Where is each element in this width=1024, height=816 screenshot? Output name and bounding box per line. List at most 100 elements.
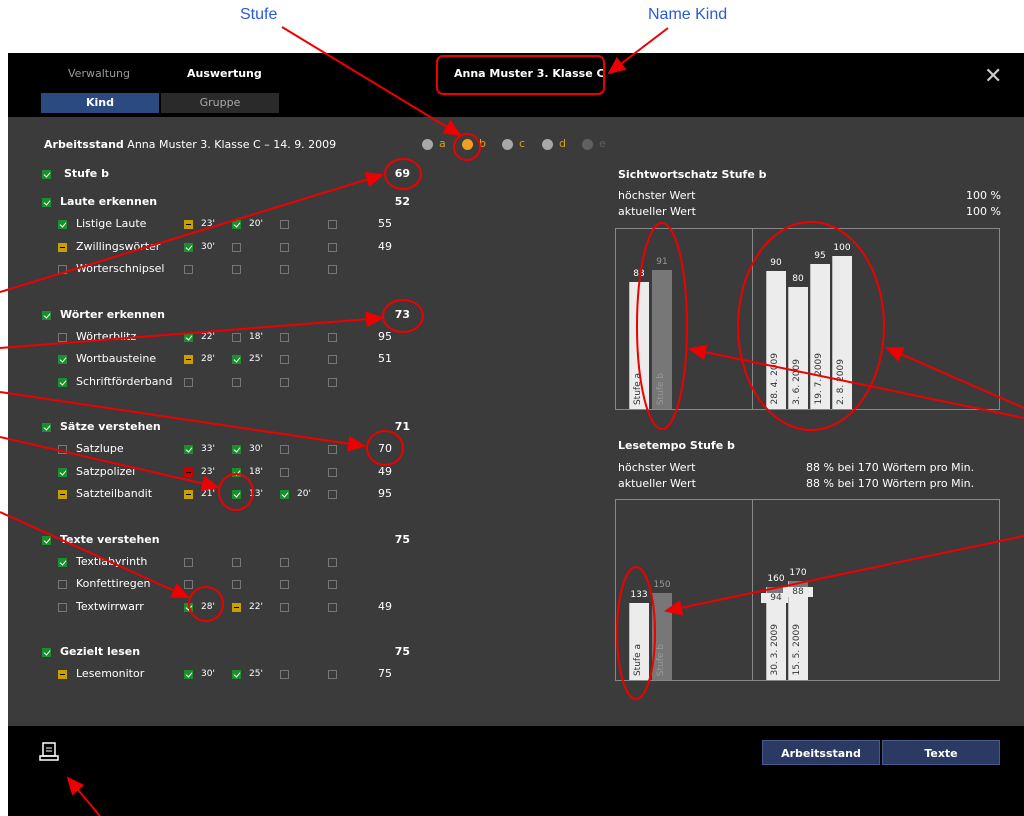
attempt-time: 18' bbox=[249, 466, 263, 477]
item-checkbox[interactable] bbox=[58, 377, 67, 387]
item-checkbox[interactable] bbox=[58, 445, 67, 454]
group-title: Wörter erkennen bbox=[60, 307, 166, 321]
level-dot-e[interactable] bbox=[582, 139, 593, 150]
attempt-time: 20' bbox=[249, 219, 263, 229]
group-checkbox[interactable] bbox=[42, 198, 51, 207]
attempt-checkbox[interactable] bbox=[184, 445, 193, 454]
level-dot-c[interactable] bbox=[502, 139, 513, 150]
level-label-e[interactable]: e bbox=[599, 137, 606, 151]
close-icon[interactable]: ✕ bbox=[984, 66, 1002, 88]
attempt-checkbox[interactable] bbox=[232, 670, 241, 679]
item-checkbox[interactable] bbox=[58, 242, 67, 252]
item-checkbox[interactable] bbox=[58, 332, 67, 342]
stufe-checkbox[interactable] bbox=[42, 170, 51, 179]
nav-auswertung[interactable]: Auswertung bbox=[187, 67, 262, 80]
group-checkbox[interactable] bbox=[42, 535, 51, 545]
attempt-checkbox[interactable] bbox=[328, 220, 337, 229]
attempt-checkbox[interactable] bbox=[232, 557, 241, 567]
level-label-c[interactable]: c bbox=[519, 137, 525, 151]
attempt-checkbox[interactable] bbox=[232, 580, 241, 589]
chart-bar-label: Stufe a bbox=[633, 372, 643, 405]
attempt-checkbox[interactable] bbox=[280, 670, 289, 679]
attempt-checkbox[interactable] bbox=[184, 265, 193, 274]
attempt-checkbox[interactable] bbox=[280, 242, 289, 252]
level-label-d[interactable]: d bbox=[559, 137, 566, 151]
attempt-checkbox[interactable] bbox=[184, 332, 193, 342]
attempt-checkbox[interactable] bbox=[184, 580, 193, 589]
chart-bar-label: 30. 3. 2009 bbox=[770, 624, 780, 676]
arbeitsstand-button[interactable]: Arbeitsstand bbox=[762, 740, 880, 765]
item-checkbox[interactable] bbox=[58, 602, 67, 612]
attempt-checkbox[interactable] bbox=[280, 220, 289, 229]
level-label-a[interactable]: a bbox=[439, 137, 446, 151]
attempt-checkbox[interactable] bbox=[328, 490, 337, 499]
tab-gruppe[interactable]: Gruppe bbox=[161, 93, 279, 113]
attempt-checkbox[interactable] bbox=[328, 332, 337, 342]
attempt-checkbox[interactable] bbox=[280, 490, 289, 499]
annotation-stufe-label: Stufe bbox=[240, 6, 278, 23]
item-name: Schriftförderband bbox=[76, 374, 173, 388]
item-checkbox[interactable] bbox=[58, 670, 67, 679]
attempt-checkbox[interactable] bbox=[280, 557, 289, 567]
item-checkbox[interactable] bbox=[58, 557, 67, 567]
group-checkbox[interactable] bbox=[42, 648, 51, 657]
attempt-checkbox[interactable] bbox=[184, 220, 193, 229]
item-checkbox[interactable] bbox=[58, 467, 67, 477]
attempt-checkbox[interactable] bbox=[232, 490, 241, 499]
print-icon[interactable] bbox=[38, 740, 62, 764]
item-checkbox[interactable] bbox=[58, 220, 67, 229]
attempt-checkbox[interactable] bbox=[232, 602, 241, 612]
item-checkbox[interactable] bbox=[58, 580, 67, 589]
attempt-checkbox[interactable] bbox=[280, 265, 289, 274]
level-dot-b[interactable] bbox=[462, 139, 473, 150]
attempt-checkbox[interactable] bbox=[328, 580, 337, 589]
group-checkbox[interactable] bbox=[42, 310, 51, 320]
level-label-b[interactable]: b bbox=[479, 137, 486, 151]
attempt-checkbox[interactable] bbox=[232, 467, 241, 477]
sicht-chart: Stufe a 83 Stufe b 91 28. 4. 2009 90 3. 6. 200… bbox=[615, 228, 1000, 410]
attempt-checkbox[interactable] bbox=[328, 445, 337, 454]
attempt-checkbox[interactable] bbox=[184, 377, 193, 387]
attempt-checkbox[interactable] bbox=[280, 332, 289, 342]
attempt-checkbox[interactable] bbox=[232, 220, 241, 229]
attempt-checkbox[interactable] bbox=[184, 355, 193, 364]
nav-verwaltung[interactable]: Verwaltung bbox=[68, 67, 130, 80]
level-dot-d[interactable] bbox=[542, 139, 553, 150]
attempt-checkbox[interactable] bbox=[232, 445, 241, 454]
attempt-checkbox[interactable] bbox=[184, 670, 193, 679]
attempt-checkbox[interactable] bbox=[232, 242, 241, 252]
attempt-checkbox[interactable] bbox=[184, 557, 193, 567]
attempt-checkbox[interactable] bbox=[184, 602, 193, 612]
attempt-checkbox[interactable] bbox=[280, 580, 289, 589]
attempt-checkbox[interactable] bbox=[232, 355, 241, 364]
attempt-checkbox[interactable] bbox=[184, 490, 193, 499]
attempt-checkbox[interactable] bbox=[328, 265, 337, 274]
attempt-checkbox[interactable] bbox=[280, 467, 289, 477]
attempt-checkbox[interactable] bbox=[280, 602, 289, 612]
group-value: 71 bbox=[394, 420, 410, 433]
attempt-checkbox[interactable] bbox=[280, 377, 289, 387]
attempt-checkbox[interactable] bbox=[328, 242, 337, 252]
tab-kind[interactable]: Kind bbox=[41, 93, 159, 113]
attempt-checkbox[interactable] bbox=[184, 467, 193, 477]
level-dot-a[interactable] bbox=[422, 139, 433, 150]
attempt-checkbox[interactable] bbox=[232, 377, 241, 387]
attempt-checkbox[interactable] bbox=[328, 355, 337, 364]
chart-bar-label: Stufe a bbox=[633, 643, 643, 676]
attempt-checkbox[interactable] bbox=[280, 355, 289, 364]
item-checkbox[interactable] bbox=[58, 490, 67, 499]
texte-button[interactable]: Texte bbox=[882, 740, 1000, 765]
attempt-checkbox[interactable] bbox=[328, 557, 337, 567]
attempt-checkbox[interactable] bbox=[328, 602, 337, 612]
attempt-checkbox[interactable] bbox=[232, 332, 241, 342]
item-checkbox[interactable] bbox=[58, 355, 67, 364]
attempt-checkbox[interactable] bbox=[184, 242, 193, 252]
attempt-checkbox[interactable] bbox=[328, 670, 337, 679]
attempt-checkbox[interactable] bbox=[280, 445, 289, 454]
group-checkbox[interactable] bbox=[42, 423, 51, 432]
attempt-checkbox[interactable] bbox=[328, 467, 337, 477]
attempt-checkbox[interactable] bbox=[328, 377, 337, 387]
attempt-checkbox[interactable] bbox=[232, 265, 241, 274]
item-checkbox[interactable] bbox=[58, 265, 67, 274]
chart-divider bbox=[752, 500, 753, 680]
